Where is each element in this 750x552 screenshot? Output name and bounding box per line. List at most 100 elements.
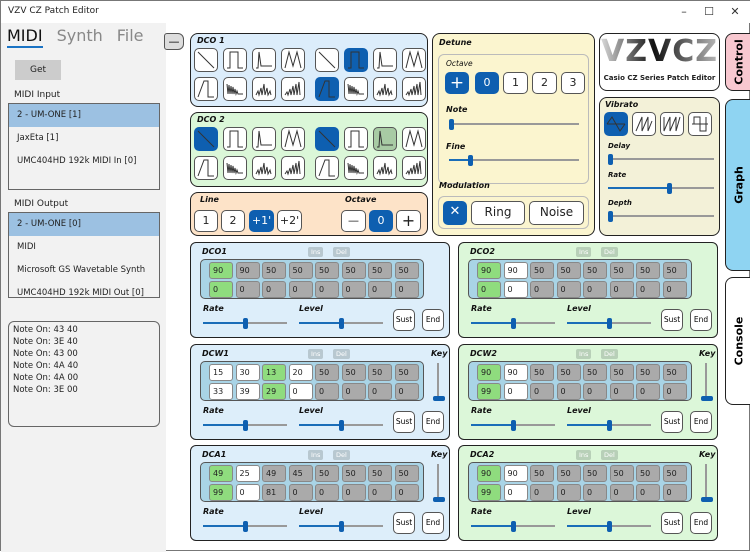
waveform-square-button[interactable] [344, 127, 368, 151]
rate-cell[interactable]: 50 [315, 465, 339, 482]
level-cell[interactable]: 0 [583, 484, 607, 501]
rate-cell[interactable]: 50 [341, 364, 366, 381]
line-plus2-button[interactable]: +2' [277, 210, 302, 232]
env-level-slider[interactable] [299, 521, 383, 532]
delete-button[interactable]: Del [333, 450, 350, 460]
rate-cell[interactable]: 90 [235, 262, 260, 279]
waveform-double-sine-button[interactable] [281, 48, 305, 72]
level-cell[interactable]: 0 [209, 281, 233, 298]
level-cell[interactable]: 0 [556, 484, 581, 501]
vibrato-rate-slider[interactable] [608, 183, 714, 194]
line-plus1-button[interactable]: +1' [249, 210, 274, 232]
waveform-saw-button[interactable] [194, 127, 218, 151]
waveform-double-sine-button[interactable] [402, 48, 426, 72]
detune-octave-3[interactable]: 3 [561, 72, 585, 94]
level-cell[interactable]: 0 [235, 281, 260, 298]
vibrato-saw-up-button[interactable] [632, 112, 656, 136]
waveform-square-button[interactable] [223, 48, 247, 72]
waveform-reso3-button[interactable] [281, 156, 305, 180]
level-cell[interactable]: 0 [636, 484, 660, 501]
waveform-pulse-button[interactable] [373, 127, 397, 151]
waveform-saw-pulse-button[interactable] [315, 156, 339, 180]
level-cell[interactable]: 0 [503, 281, 528, 298]
rate-cell[interactable]: 50 [662, 465, 687, 482]
tab-graph[interactable]: Graph [725, 99, 750, 271]
level-cell[interactable]: 33 [209, 383, 233, 400]
level-cell[interactable]: 0 [583, 383, 607, 400]
level-cell[interactable]: 99 [477, 484, 501, 501]
key-slider[interactable] [433, 464, 445, 502]
level-cell[interactable]: 0 [368, 484, 392, 501]
level-cell[interactable]: 0 [315, 383, 339, 400]
rate-cell[interactable]: 49 [262, 465, 286, 482]
rate-cell[interactable]: 13 [262, 364, 286, 381]
rate-cell[interactable]: 50 [315, 364, 339, 381]
env-level-slider[interactable] [567, 318, 651, 329]
tab-console[interactable]: Console [725, 277, 750, 405]
level-cell[interactable]: 0 [636, 383, 660, 400]
rate-cell[interactable]: 90 [503, 364, 528, 381]
rate-cell[interactable]: 90 [209, 262, 233, 279]
rate-cell[interactable]: 50 [583, 262, 607, 279]
rate-cell[interactable]: 50 [530, 262, 554, 279]
vibrato-square-button[interactable] [688, 112, 712, 136]
line-1-button[interactable]: 1 [194, 210, 218, 232]
waveform-saw-pulse-button[interactable] [194, 156, 218, 180]
sustain-button[interactable]: Sust [661, 411, 683, 433]
waveform-reso2-button[interactable] [373, 77, 397, 101]
sustain-button[interactable]: Sust [393, 309, 415, 331]
env-rate-slider[interactable] [203, 420, 287, 431]
key-slider[interactable] [701, 464, 713, 502]
level-cell[interactable]: 0 [288, 484, 313, 501]
level-cell[interactable]: 0 [341, 484, 366, 501]
rate-cell[interactable]: 50 [609, 262, 634, 279]
ring-button[interactable]: Ring [471, 201, 525, 225]
level-cell[interactable]: 0 [368, 383, 392, 400]
level-cell[interactable]: 29 [262, 383, 286, 400]
rate-cell[interactable]: 15 [209, 364, 233, 381]
level-cell[interactable]: 0 [556, 281, 581, 298]
waveform-reso3-button[interactable] [281, 77, 305, 101]
list-item[interactable]: Microsoft GS Wavetable Synth [9, 259, 159, 282]
rate-cell[interactable]: 50 [556, 364, 581, 381]
waveform-reso3-button[interactable] [402, 77, 426, 101]
waveform-saw-pulse-button[interactable] [315, 77, 339, 101]
rate-cell[interactable]: 90 [503, 262, 528, 279]
insert-button[interactable]: Ins [576, 349, 592, 359]
level-cell[interactable]: 0 [394, 484, 419, 501]
level-cell[interactable]: 0 [477, 281, 501, 298]
waveform-reso1-button[interactable] [223, 77, 247, 101]
note-slider[interactable] [449, 119, 579, 130]
level-cell[interactable]: 0 [315, 484, 339, 501]
octave-plus-button[interactable]: + [396, 210, 421, 232]
delete-button[interactable]: Del [333, 247, 350, 257]
rate-cell[interactable]: 50 [341, 465, 366, 482]
env-rate-slider[interactable] [203, 521, 287, 532]
waveform-reso1-button[interactable] [223, 156, 247, 180]
rate-cell[interactable]: 50 [636, 364, 660, 381]
rate-cell[interactable]: 50 [583, 364, 607, 381]
env-rate-slider[interactable] [471, 420, 555, 431]
end-button[interactable]: End [690, 309, 712, 331]
env-level-slider[interactable] [567, 521, 651, 532]
waveform-saw-button[interactable] [315, 48, 339, 72]
end-button[interactable]: End [422, 309, 444, 331]
waveform-pulse-button[interactable] [252, 127, 276, 151]
level-cell[interactable]: 0 [530, 281, 554, 298]
level-cell[interactable]: 0 [662, 484, 687, 501]
waveform-reso3-button[interactable] [402, 156, 426, 180]
fine-slider[interactable] [449, 155, 579, 166]
rate-cell[interactable]: 50 [288, 262, 313, 279]
waveform-reso1-button[interactable] [344, 77, 368, 101]
level-cell[interactable]: 0 [530, 484, 554, 501]
rate-cell[interactable]: 50 [556, 465, 581, 482]
modulation-off-button[interactable]: ✕ [443, 201, 467, 225]
waveform-reso2-button[interactable] [373, 156, 397, 180]
delete-button[interactable]: Del [601, 247, 618, 257]
level-cell[interactable]: 0 [341, 281, 366, 298]
noise-button[interactable]: Noise [529, 201, 584, 225]
level-cell[interactable]: 0 [662, 383, 687, 400]
sustain-button[interactable]: Sust [661, 309, 683, 331]
level-cell[interactable]: 39 [235, 383, 260, 400]
detune-sign-button[interactable]: + [445, 72, 469, 94]
